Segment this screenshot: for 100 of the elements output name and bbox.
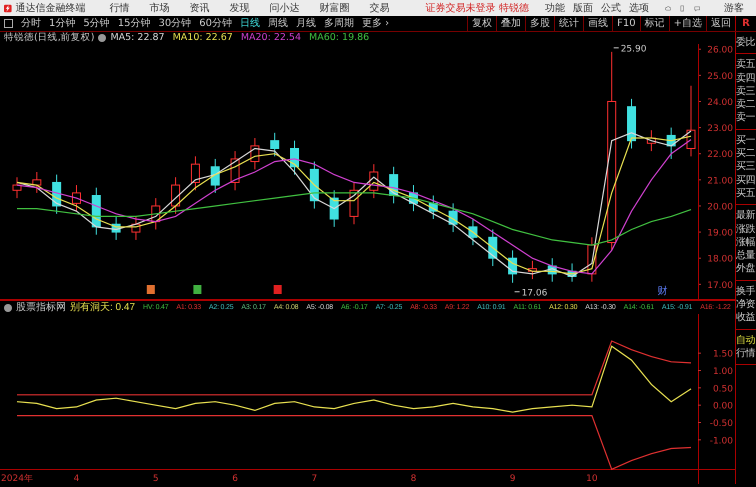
axis-tick-label: 0.50 [698, 384, 733, 394]
menu-item[interactable]: 资讯 [190, 0, 210, 16]
period-tab[interactable]: 更多 › [358, 16, 394, 31]
side-panel-tab[interactable]: 买二 [736, 147, 756, 160]
legend-item: 别有洞天: 0.47 [70, 301, 136, 314]
toolbar-button[interactable]: 统计 [554, 16, 584, 31]
toolbar-button[interactable]: 返回 [706, 16, 735, 31]
y-tick-label: 24.00 [707, 98, 734, 108]
axis-tick-label: 17.00 [698, 280, 733, 291]
login-notice[interactable]: 证券交易未登录 特锐德 [426, 0, 529, 16]
side-panel-tab[interactable]: 卖二 [736, 98, 756, 112]
menu-item[interactable]: 问小达 [270, 0, 300, 16]
toolbar-button[interactable]: 复权 [467, 16, 496, 31]
menu-item[interactable]: 财富圈 [320, 0, 350, 16]
y-tick-label: 23.00 [707, 124, 734, 134]
side-panel-tab[interactable]: 涨幅 [736, 236, 756, 250]
toolbar-button[interactable]: 叠加 [496, 16, 526, 31]
layout-toggle-icon[interactable] [4, 19, 13, 28]
axis-tick-label: 9 [510, 474, 516, 484]
side-panel-tab[interactable]: 净资 [736, 298, 756, 312]
axis-tick-label: -1.00 [698, 436, 733, 446]
axis-tick-label: 18.00 [698, 254, 733, 265]
side-panel-tab[interactable]: 买四 [736, 174, 756, 187]
axis-tick-label: 8 [410, 474, 416, 484]
period-tab[interactable]: 1分钟 [45, 16, 80, 31]
period-tab[interactable]: 月线 [292, 16, 320, 31]
y-tick-label: 19.00 [707, 228, 734, 239]
axis-tick-label: 6 [232, 474, 238, 484]
side-panel-tab[interactable]: 收益 [736, 311, 756, 325]
side-panel-tab[interactable]: 卖三 [736, 84, 756, 98]
y-tick-label: 17.00 [707, 280, 734, 291]
legend-item: MA60: 19.86 [309, 32, 370, 44]
legend-item: MA10: 22.67 [172, 32, 233, 44]
period-tab[interactable]: 多周期 [320, 16, 358, 31]
y-tick-label: 26.00 [707, 46, 734, 56]
axis-tick-label: 0.00 [698, 402, 733, 412]
user-label[interactable]: 游客 [724, 0, 744, 16]
menu-item[interactable]: 功能 [544, 0, 565, 16]
side-panel-tab[interactable]: 委比 [736, 36, 756, 50]
axis-tick-label: 23.00 [698, 124, 733, 134]
toolbar-button[interactable]: F10 [612, 16, 640, 31]
menu-item[interactable]: 市场 [150, 0, 170, 16]
period-tab[interactable]: 30分钟 [154, 16, 196, 31]
side-panel-tab[interactable]: 行情 [736, 346, 756, 360]
side-panel-tab[interactable]: 买三 [736, 160, 756, 174]
y-tick-label: 1.00 [712, 367, 734, 378]
axis-tick-label: 4 [74, 474, 80, 484]
side-panel-tab[interactable]: 总量 [736, 249, 756, 262]
y-tick-label: -1.00 [710, 436, 734, 446]
y-tick-label: 21.00 [707, 176, 734, 186]
app-title: 通达信金融终端 [16, 2, 86, 16]
phone-icon[interactable] [679, 2, 686, 14]
toolbar-button[interactable]: +自选 [668, 16, 706, 31]
axis-tick-label: 1.50 [698, 350, 733, 360]
side-panel-tab[interactable]: 卖五 [736, 58, 756, 72]
axis-tick-label: 7 [311, 474, 318, 484]
side-panel-tab[interactable]: 卖四 [736, 72, 756, 85]
period-tab[interactable]: 15分钟 [114, 16, 154, 31]
indicator-name: 股票指标网 [16, 301, 66, 314]
side-panel-tab[interactable]: 外盘 [736, 262, 756, 276]
side-panel-tab[interactable]: 最新 [736, 209, 756, 223]
axis-tick-label: 26.00 [698, 46, 733, 56]
period-tab[interactable]: 分时 [17, 16, 45, 31]
chart-title: 特锐德(日线,前复权) [4, 32, 94, 44]
y-tick-label: 20.00 [707, 202, 734, 212]
period-tab[interactable]: 60分钟 [195, 16, 236, 31]
corner-label[interactable]: R [735, 16, 756, 31]
side-panel-tab[interactable]: 卖一 [736, 111, 756, 125]
y-tick-label: 22.00 [707, 150, 734, 160]
menu-item[interactable]: 公式 [600, 0, 621, 16]
axis-tick-label: -0.50 [698, 419, 733, 429]
menu-item[interactable]: 选项 [628, 0, 649, 16]
menu-item[interactable]: 发现 [230, 0, 250, 16]
price-annotation: 17.06 [514, 288, 548, 298]
side-panel-tab[interactable]: 换手 [736, 284, 756, 298]
axis-tick-label: 25.00 [698, 72, 733, 82]
menu-item[interactable]: 交易 [370, 0, 390, 16]
toolbar-button[interactable]: 画线 [583, 16, 612, 31]
y-tick-label: 18.00 [707, 254, 734, 265]
y-tick-label: -0.50 [710, 419, 734, 430]
axis-tick-label: 22.00 [698, 150, 733, 160]
side-panel-tab[interactable]: 自动 [736, 334, 756, 347]
side-panel-tab[interactable]: 买五 [736, 186, 756, 200]
side-panel-tab[interactable]: 涨跌 [736, 222, 756, 236]
axis-tick-label: 21.00 [698, 176, 733, 186]
axis-tick-label: 20.00 [698, 202, 733, 212]
y-tick-label: 0.00 [712, 402, 734, 412]
y-tick-label: 0.50 [712, 384, 734, 394]
toolbar-button[interactable]: 多股 [525, 16, 554, 31]
side-panel-tab[interactable]: 买一 [736, 134, 756, 148]
annotation: 17.06 [522, 288, 548, 298]
axis-tick-label: 5 [152, 474, 159, 484]
menu-item[interactable]: 行情 [110, 0, 130, 16]
event-marker: 财 [657, 286, 668, 297]
period-tab[interactable]: 5分钟 [79, 16, 114, 31]
period-tab[interactable]: 周线 [264, 16, 292, 31]
legend-item: MA5: 22.87 [110, 32, 165, 44]
menu-item[interactable]: 版面 [572, 0, 593, 16]
toolbar-button[interactable]: 标记 [640, 16, 669, 31]
period-tab[interactable]: 日线 [236, 16, 264, 31]
